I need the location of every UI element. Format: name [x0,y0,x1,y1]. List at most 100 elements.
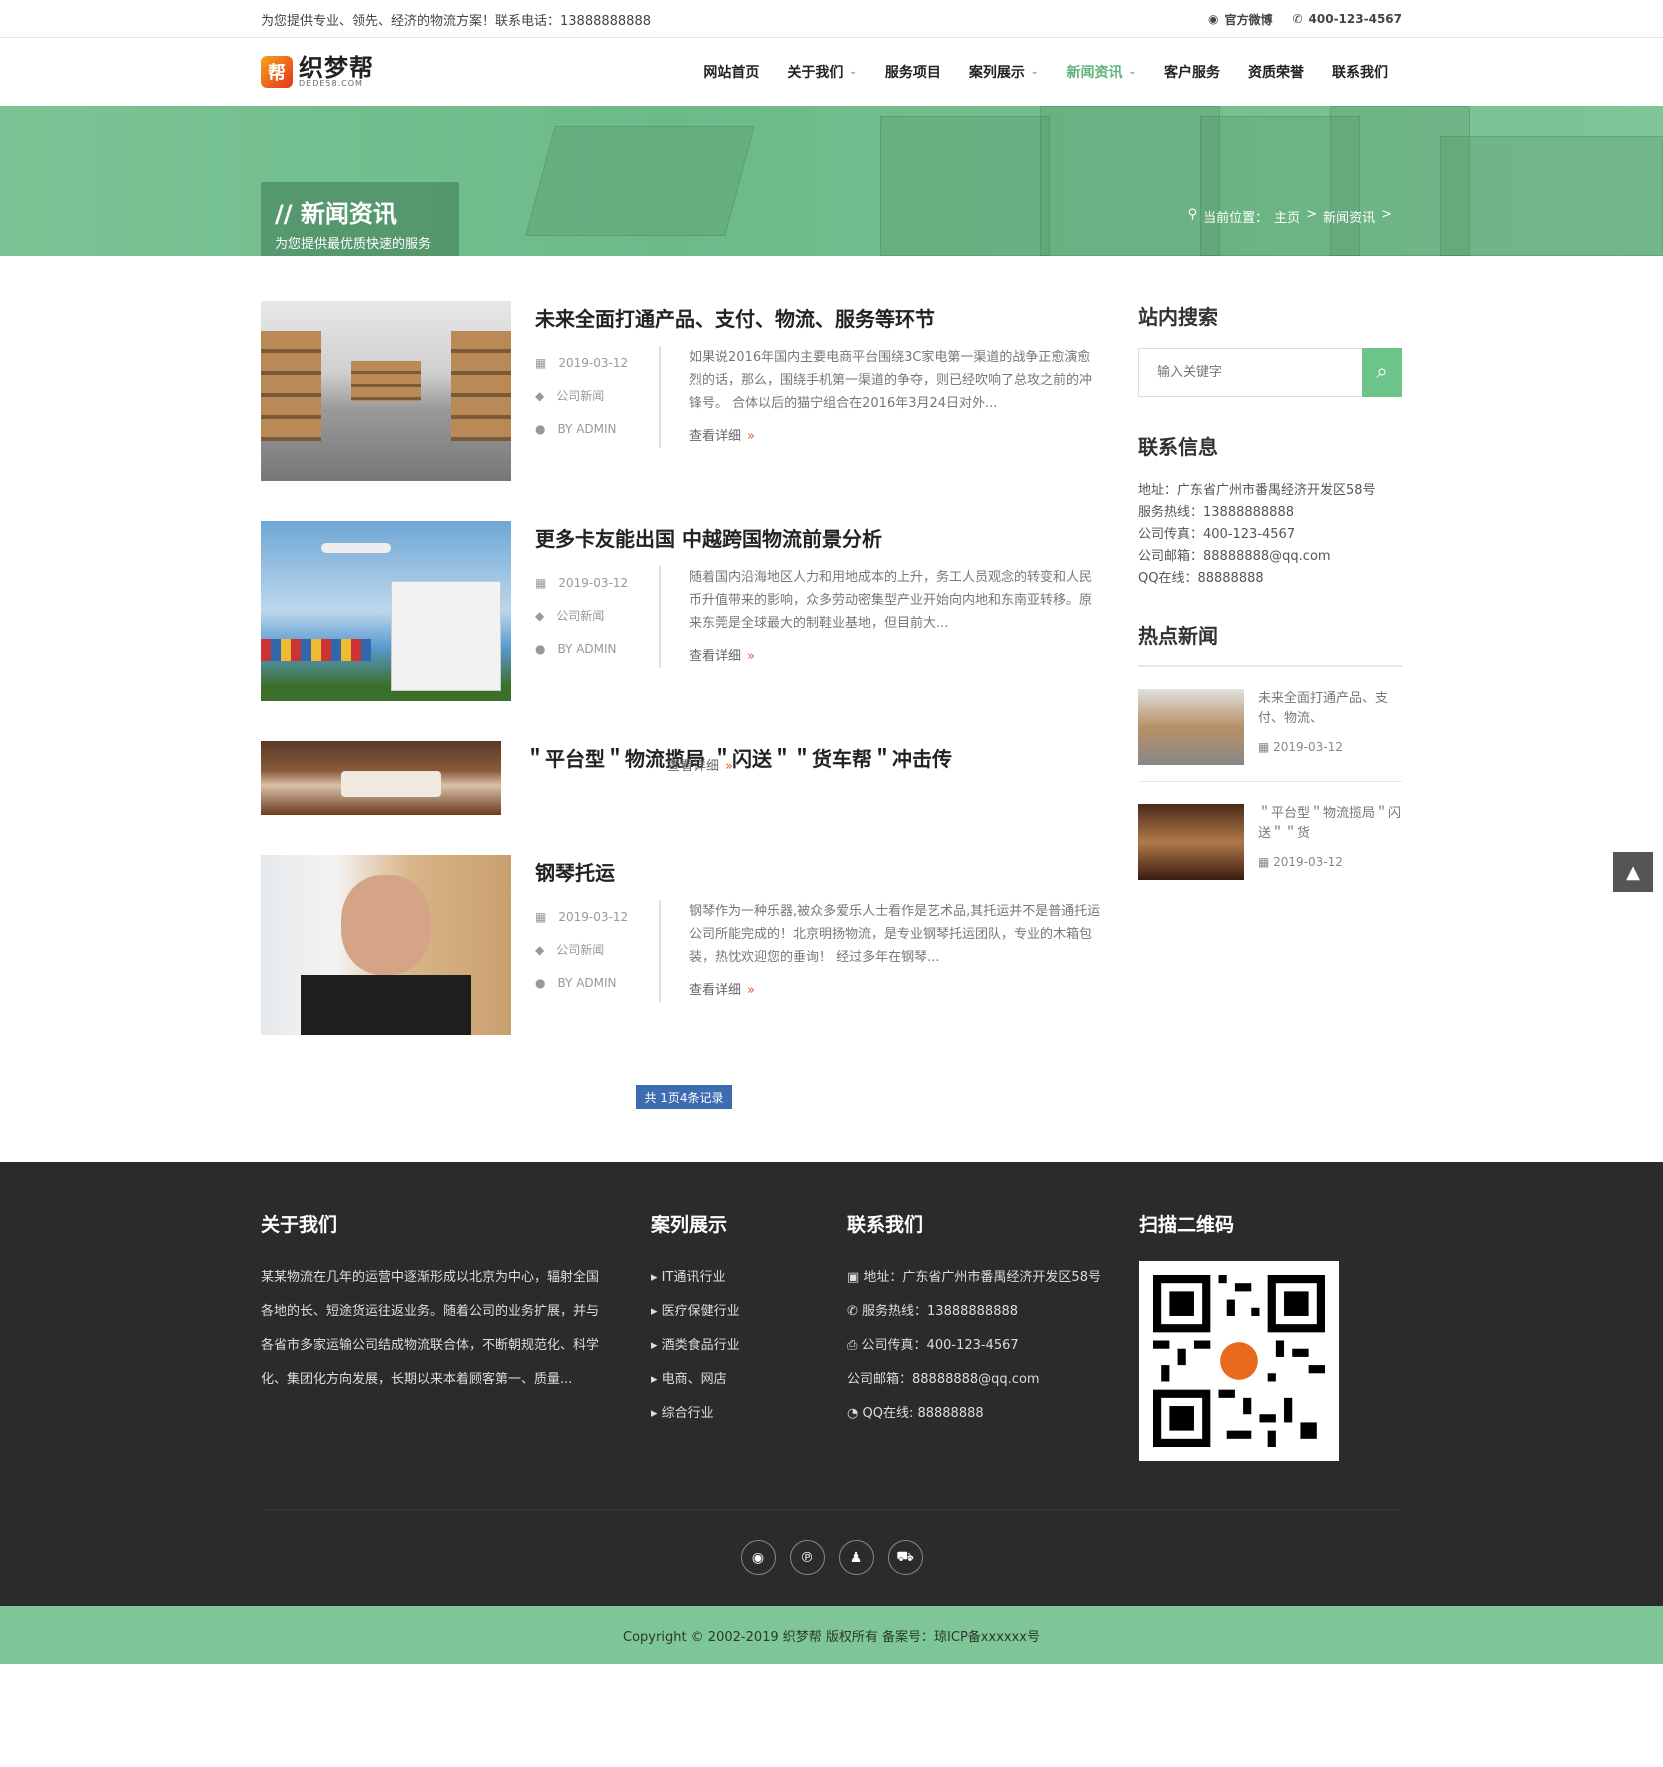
double-chevron-right-icon: » [747,649,755,664]
article-date: ▦ 2019-03-12 [535,909,629,924]
pinterest-icon[interactable]: ℗ [789,1540,825,1575]
nav-item-4[interactable]: 新闻资讯 ⌄ [1052,62,1150,82]
article-author: ● BY ADMIN [535,641,617,656]
hot-news-item[interactable]: ＂平台型＂物流揽局＂闪送＂＂货 ▦ 2019-03-12 [1138,782,1402,896]
article-item: ＂平台型＂物流揽局 ＂闪送＂＂货车帮＂冲击传 查看详细» [261,741,1101,815]
read-more-link[interactable]: 查看详细» [689,979,1101,1002]
read-more-link[interactable]: 查看详细» [689,645,1101,668]
article-title[interactable]: ＂平台型＂物流揽局 ＂闪送＂＂货车帮＂冲击传 [525,743,1101,772]
weibo-link[interactable]: ◉ 官方微博 [1208,11,1273,28]
footer-cases-title: 案列展示 [651,1214,728,1236]
back-to-top-button[interactable]: ▲ [1613,852,1653,892]
location-icon: ⚲ [1187,207,1198,222]
contact-title: 联系信息 [1138,435,1218,459]
chevron-down-icon: ⌄ [849,67,857,77]
article-item: 未来全面打通产品、支付、物流、服务等环节 ▦ 2019-03-12 ◆ 公司新闻 ●… [261,301,1101,481]
breadcrumb-sep: > [1381,207,1392,222]
nav-item-6[interactable]: 资质荣誉 [1234,62,1318,82]
calendar-icon: ▦ [535,355,547,370]
footer-case-link[interactable]: ▸ 酒类食品行业 [651,1329,847,1363]
search-button[interactable]: ⌕ [1362,348,1402,397]
article-title[interactable]: 更多卡友能出国 中越跨国物流前景分析 [535,523,1101,552]
article-thumbnail[interactable] [261,855,511,1035]
article-category: ◆ 公司新闻 [535,942,605,958]
article-excerpt: 如果说2016年国内主要电商平台围绕3C家电第一渠道的战争正愈演愈烈的话，那么，… [689,350,1093,411]
nav-item-2[interactable]: 服务项目 [871,62,955,82]
search-input[interactable] [1138,348,1362,397]
article-thumbnail[interactable] [261,741,501,815]
article-title[interactable]: 未来全面打通产品、支付、物流、服务等环节 [535,303,1101,332]
footer-qq: ◔ QQ在线: 88888888 [847,1406,984,1421]
chevron-down-icon: ⌄ [1030,67,1039,77]
nav-item-label: 服务项目 [884,65,941,81]
breadcrumb-current[interactable]: 新闻资讯 [1323,207,1375,226]
logo[interactable]: 帮 织梦帮 DEDE58.COM [261,56,374,88]
contact-info: 地址：广东省广州市番禺经济开发区58号 服务热线：13888888888 公司传… [1138,480,1402,590]
nav-item-label: 联系我们 [1332,65,1388,81]
read-more-link[interactable]: 查看详细» [689,425,1101,448]
banner-subtitle: 为您提供最优质快速的服务 [275,237,432,252]
search-icon: ⌕ [1376,361,1388,383]
hot-news-item[interactable]: 未来全面打通产品、支付、物流、 ▦ 2019-03-12 [1138,667,1402,782]
social-links: ◉ ℗ ♟ ⛟ [261,1510,1402,1575]
hot-news-title-text[interactable]: 未来全面打通产品、支付、物流、 [1258,689,1402,729]
search-form: ⌕ [1138,348,1402,397]
chevron-up-icon: ▲ [1626,861,1640,883]
qq-icon: ◔ [847,1406,863,1421]
copyright-text: Copyright © 2002-2019 织梦帮 版权所有 备案号：琼ICP备… [623,1629,1040,1645]
article-category: ◆ 公司新闻 [535,608,605,624]
hot-news-title-text[interactable]: ＂平台型＂物流揽局＂闪送＂＂货 [1258,804,1402,844]
phone: ✆ 400-123-4567 [1292,11,1402,28]
article-date: ▦ 2019-03-12 [535,355,629,370]
article-item: 更多卡友能出国 中越跨国物流前景分析 ▦ 2019-03-12 ◆ 公司新闻 ● BY… [261,521,1101,701]
breadcrumb-home[interactable]: 主页 [1274,207,1300,226]
copyright-bar: Copyright © 2002-2019 织梦帮 版权所有 备案号：琼ICP备… [0,1606,1663,1664]
user-icon: ● [535,641,546,656]
footer-case-link[interactable]: ▸ IT通讯行业 [651,1261,847,1295]
nav-item-1[interactable]: 关于我们 ⌄ [773,62,871,82]
footer-case-link[interactable]: ▸ 医疗保健行业 [651,1295,847,1329]
article-thumbnail[interactable] [261,521,511,701]
weibo-icon[interactable]: ◉ [740,1540,776,1575]
phone-icon: ✆ [1292,12,1303,26]
logo-name: 织梦帮 [299,54,374,82]
footer-case-link[interactable]: ▸ 电商、网店 [651,1363,847,1397]
search-title: 站内搜索 [1138,305,1218,329]
footer-case-link[interactable]: ▸ 综合行业 [651,1397,847,1431]
contact-email: 公司邮箱：88888888@qq.com [1138,549,1331,564]
footer: 关于我们 某某物流在几年的运营中逐渐形成以北京为中心，辐射全国各地的长、短途货运往… [0,1162,1663,1606]
main-nav: 网站首页 关于我们 ⌄ 服务项目 案列展示 ⌄ 新闻资讯 ⌄ 客户服务 资质荣誉 联系我们 [689,62,1402,82]
page-banner: // 新闻资讯 为您提供最优质快速的服务 ⚲ 当前位置： 主页 > 新闻资讯 > [0,106,1663,256]
calendar-icon: ▦ [1258,740,1274,754]
weibo-icon: ◉ [1207,12,1219,26]
nav-item-label: 案列展示 [968,65,1025,81]
qr-code [1139,1261,1339,1461]
article-title[interactable]: 钢琴托运 [535,857,1101,886]
header: 帮 织梦帮 DEDE58.COM 网站首页 关于我们 ⌄ 服务项目 案列展示 ⌄ 新闻资讯 ⌄ 客… [0,38,1663,106]
pagination-info: 共 1页4条记录 [636,1085,732,1109]
footer-about-text: 某某物流在几年的运营中逐渐形成以北京为中心，辐射全国各地的长、短途货运往返业务。… [261,1270,600,1387]
cart-icon[interactable]: ⛟ [887,1540,923,1575]
article-thumbnail[interactable] [261,301,511,481]
hot-news-thumbnail[interactable] [1138,689,1244,765]
footer-address: ▣ 地址：广东省广州市番禺经济开发区58号 [847,1270,1101,1285]
tag-icon: ◆ [535,388,545,403]
logo-mark: 帮 [261,56,293,88]
banner-title: // 新闻资讯 [275,200,397,228]
nav-item-0[interactable]: 网站首页 [689,62,773,82]
read-more-link[interactable]: 查看详细» [667,755,733,774]
tag-icon: ◆ [535,608,545,623]
footer-qr-title: 扫描二维码 [1139,1214,1235,1236]
qq-icon[interactable]: ♟ [838,1540,874,1575]
hot-news-date: ▦ 2019-03-12 [1258,855,1343,869]
slogan: 为您提供专业、领先、经济的物流方案！联系电话：13888888888 [261,13,651,29]
nav-item-3[interactable]: 案列展示 ⌄ [955,62,1053,82]
nav-item-7[interactable]: 联系我们 [1318,62,1402,82]
hot-news-list: 未来全面打通产品、支付、物流、 ▦ 2019-03-12 ＂平台型＂物流揽局＂闪送… [1138,665,1402,896]
calendar-icon: ▦ [535,575,547,590]
hot-news-date: ▦ 2019-03-12 [1258,740,1343,754]
nav-item-5[interactable]: 客户服务 [1150,62,1234,82]
hot-news-thumbnail[interactable] [1138,804,1244,880]
printer-icon: ⎙ [847,1338,862,1353]
article-excerpt: 钢琴作为一种乐器,被众多爱乐人士看作是艺术品,其托运并不是普通托运公司所能完成的… [689,904,1101,965]
